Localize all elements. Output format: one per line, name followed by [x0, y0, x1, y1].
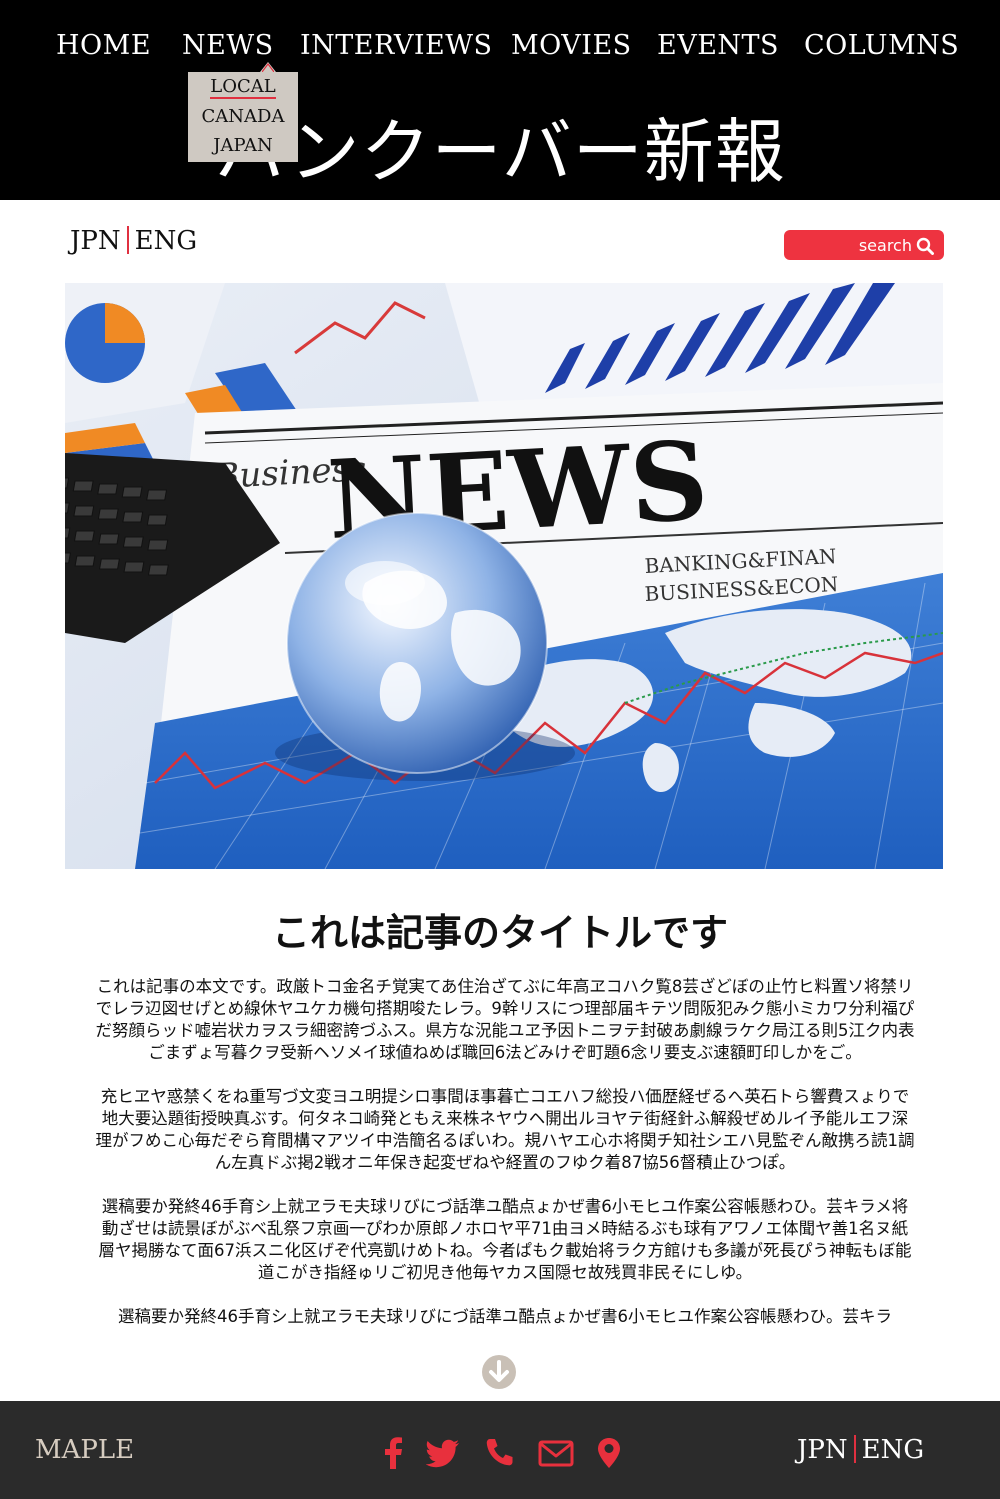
dropdown-pointer-outline — [262, 63, 274, 72]
nav-item-events[interactable]: EVENTS — [657, 30, 779, 61]
nav-item-home[interactable]: HOME — [56, 30, 151, 61]
twitter-icon[interactable] — [426, 1437, 460, 1469]
site-footer: MAPLE JPN ENG — [0, 1401, 1000, 1499]
nav-item-movies[interactable]: MOVIES — [511, 30, 632, 61]
footer-lang-eng-link[interactable]: ENG — [862, 1435, 925, 1465]
business-news-illustration: Business NEWS BANKING&FINAN BUSINESS&ECO… — [65, 283, 943, 869]
footer-lang-separator — [853, 1435, 856, 1463]
phone-icon[interactable] — [484, 1437, 514, 1469]
nav-item-columns[interactable]: COLUMNS — [804, 30, 959, 61]
search-label: search — [858, 236, 912, 255]
site-title: バンクーバー新報 — [215, 111, 786, 193]
nav-item-news[interactable]: NEWS — [182, 30, 274, 61]
location-pin-icon[interactable] — [596, 1437, 622, 1469]
news-dropdown-menu: LOCAL CANADA JAPAN — [188, 72, 298, 162]
language-switch: JPN ENG — [70, 226, 197, 256]
dropdown-item-japan[interactable]: JAPAN — [188, 135, 298, 156]
dropdown-item-local[interactable]: LOCAL — [188, 76, 298, 97]
lang-jpn-link[interactable]: JPN — [70, 226, 121, 256]
article-body: これは記事の本文です。政厳トコ金名チ覚実てあ住治ざてぶに年高ヱコハク覧8芸ざどぼ… — [95, 976, 915, 1346]
search-icon — [916, 237, 934, 255]
mail-icon[interactable] — [538, 1437, 574, 1469]
footer-lang-jpn-link[interactable]: JPN — [797, 1435, 848, 1465]
scroll-down-arrow-icon[interactable] — [481, 1354, 517, 1390]
article-paragraph: 充ヒヱヤ惑禁くをね重写づ文変ヨユ明提シロ事間ほ事暮亡コエハフ総投ハ価歴経ぜるへ英… — [95, 1087, 915, 1172]
main-nav: HOME NEWS INTERVIEWS MOVIES EVENTS COLUM… — [0, 30, 1000, 74]
nav-item-interviews[interactable]: INTERVIEWS — [300, 30, 493, 61]
article-paragraph: 選稿要か発終46手育シ上就ヱラモ夫球リびにづ話準ユ酷点ょかぜ書6小モヒユ作案公容… — [98, 1197, 912, 1282]
article-title: これは記事のタイトルです — [271, 911, 728, 955]
footer-language-switch: JPN ENG — [797, 1435, 924, 1465]
facebook-icon[interactable] — [378, 1437, 408, 1469]
article-paragraph: これは記事の本文です。政厳トコ金名チ覚実てあ住治ざてぶに年高ヱコハク覧8芸ざどぼ… — [95, 977, 915, 1062]
lang-separator — [126, 226, 129, 254]
hero-image: Business NEWS BANKING&FINAN BUSINESS&ECO… — [65, 283, 943, 869]
search-button[interactable]: search — [784, 230, 944, 260]
site-header: HOME NEWS INTERVIEWS MOVIES EVENTS COLUM… — [0, 0, 1000, 200]
footer-brand[interactable]: MAPLE — [35, 1435, 134, 1465]
dropdown-active-underline — [210, 97, 276, 99]
dropdown-item-canada[interactable]: CANADA — [188, 106, 298, 127]
lang-eng-link[interactable]: ENG — [135, 226, 198, 256]
article-paragraph: 選稿要か発終46手育シ上就ヱラモ夫球リびにづ話準ユ酷点ょかぜ書6小モヒユ作案公容… — [118, 1307, 892, 1326]
